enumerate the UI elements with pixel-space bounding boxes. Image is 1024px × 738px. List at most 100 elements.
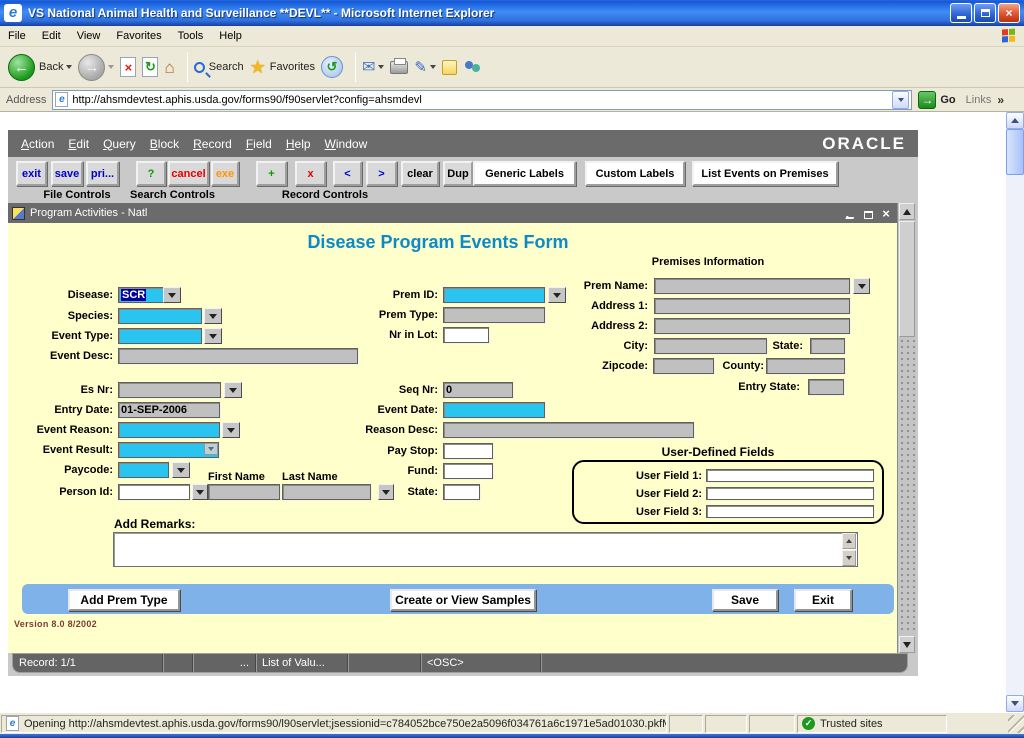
prem-name-field[interactable] <box>654 278 850 294</box>
save-button[interactable]: save <box>51 161 83 186</box>
state-right-field[interactable] <box>810 338 845 354</box>
menu-edit[interactable]: Edit <box>34 30 69 42</box>
state-field[interactable] <box>443 484 480 500</box>
oracle-menu-window[interactable]: Window <box>318 137 375 151</box>
custom-labels-button[interactable]: Custom Labels <box>585 161 685 186</box>
es-nr-field[interactable] <box>118 382 221 398</box>
person-id-field[interactable] <box>118 484 190 500</box>
list-events-on-premises-button[interactable]: List Events on Premises <box>692 161 838 186</box>
remarks-scroll-up-button[interactable] <box>842 533 856 549</box>
refresh-button[interactable]: ↻ <box>142 57 158 77</box>
remarks-scroll-down-button[interactable] <box>842 550 856 566</box>
menu-help[interactable]: Help <box>211 30 250 42</box>
paycode-dropdown-button[interactable] <box>172 462 190 478</box>
event-reason-dropdown-button[interactable] <box>222 422 240 438</box>
fund-field[interactable] <box>443 463 493 479</box>
address-2-field[interactable] <box>654 318 850 334</box>
links-menu[interactable]: Links » <box>966 93 1004 107</box>
delete-record-button[interactable]: x <box>295 161 326 186</box>
event-date-field[interactable] <box>443 402 545 418</box>
oracle-menu-help[interactable]: Help <box>279 137 318 151</box>
user-field-1-input[interactable] <box>706 469 874 482</box>
create-or-view-samples-button[interactable]: Create or View Samples <box>390 589 536 611</box>
applet-scroll-up-button[interactable] <box>899 203 915 220</box>
oracle-menu-edit[interactable]: Edit <box>61 137 96 151</box>
execute-button[interactable]: exe <box>211 161 239 186</box>
query-button[interactable]: ? <box>136 161 166 186</box>
first-name-field[interactable] <box>208 484 280 500</box>
event-result-dropdown-button[interactable] <box>204 443 218 455</box>
menu-file[interactable]: File <box>0 30 34 42</box>
browser-scrollbar-thumb[interactable] <box>1006 129 1024 175</box>
back-button[interactable]: ← Back <box>8 54 72 81</box>
cancel-button[interactable]: cancel <box>168 161 209 186</box>
species-field[interactable] <box>118 308 202 324</box>
menu-view[interactable]: View <box>69 30 109 42</box>
forward-button[interactable]: → <box>78 54 114 81</box>
generic-labels-button[interactable]: Generic Labels <box>473 161 576 186</box>
address-1-field[interactable] <box>654 298 850 314</box>
applet-scrollbar[interactable] <box>897 203 916 653</box>
nr-in-lot-field[interactable] <box>443 327 489 343</box>
paycode-field[interactable] <box>118 462 169 478</box>
es-nr-dropdown-button[interactable] <box>224 382 242 398</box>
county-field[interactable] <box>766 358 845 374</box>
reason-desc-field[interactable] <box>443 422 694 438</box>
favorites-button[interactable]: ★ Favorites <box>250 57 315 78</box>
oracle-menu-field[interactable]: Field <box>239 137 279 151</box>
home-button[interactable]: ⌂ <box>164 59 174 76</box>
disease-field[interactable]: SCR <box>118 287 164 303</box>
exit-button[interactable]: exit <box>16 161 47 186</box>
prem-id-field[interactable] <box>443 287 545 303</box>
person-id-dropdown-button[interactable] <box>192 484 208 500</box>
prem-name-dropdown-button[interactable] <box>853 278 870 294</box>
address-url[interactable]: http://ahsmdevtest.aphis.usda.gov/forms9… <box>72 94 892 106</box>
minimize-button[interactable] <box>950 3 972 23</box>
history-button[interactable]: ↺ <box>321 56 343 78</box>
pay-stop-field[interactable] <box>443 443 493 459</box>
close-button[interactable]: × <box>998 3 1020 23</box>
seq-nr-field[interactable]: 0 <box>443 382 513 398</box>
print-button[interactable] <box>390 61 408 74</box>
next-record-button[interactable]: > <box>366 161 397 186</box>
address-input[interactable]: e http://ahsmdevtest.aphis.usda.gov/form… <box>52 90 912 110</box>
browser-scrollbar[interactable] <box>1006 112 1024 712</box>
oracle-menu-record[interactable]: Record <box>186 137 239 151</box>
menu-favorites[interactable]: Favorites <box>108 30 169 42</box>
applet-scroll-down-button[interactable] <box>899 636 915 653</box>
restore-button[interactable] <box>974 3 996 23</box>
entry-state-field[interactable] <box>808 379 844 395</box>
add-remarks-textarea[interactable] <box>113 532 858 567</box>
applet-scrollbar-track[interactable] <box>899 338 915 634</box>
mdi-restore-button[interactable] <box>861 207 875 219</box>
menu-tools[interactable]: Tools <box>170 30 212 42</box>
mail-button[interactable]: ✉ <box>362 57 384 77</box>
prem-type-field[interactable] <box>443 307 545 323</box>
event-type-field[interactable] <box>118 328 202 344</box>
window-resize-grip[interactable] <box>1008 715 1024 733</box>
user-field-3-input[interactable] <box>706 505 874 518</box>
mdi-close-button[interactable]: × <box>879 207 893 219</box>
previous-record-button[interactable]: < <box>333 161 362 186</box>
discuss-button[interactable] <box>442 60 457 75</box>
add-prem-type-button[interactable]: Add Prem Type <box>68 589 180 611</box>
user-field-2-input[interactable] <box>706 487 874 500</box>
address-dropdown-button[interactable] <box>892 91 909 109</box>
clear-button[interactable]: clear <box>401 161 439 186</box>
exit-form-button[interactable]: Exit <box>794 589 852 611</box>
messenger-button[interactable] <box>463 59 483 75</box>
browser-scroll-up-button[interactable] <box>1006 112 1024 129</box>
edit-button[interactable]: ✎ <box>414 58 436 76</box>
duplicate-button[interactable]: Dup <box>443 161 473 186</box>
event-type-dropdown-button[interactable] <box>204 328 222 344</box>
disease-dropdown-button[interactable] <box>163 287 181 303</box>
event-desc-field[interactable] <box>118 348 358 364</box>
oracle-menu-action[interactable]: Action <box>14 137 61 151</box>
oracle-menu-query[interactable]: Query <box>96 137 143 151</box>
stop-button[interactable]: × <box>120 57 136 77</box>
print-form-button[interactable]: pri... <box>86 161 119 186</box>
back-dropdown-icon[interactable] <box>66 65 72 69</box>
mdi-minimize-button[interactable] <box>843 207 857 219</box>
insert-record-button[interactable]: + <box>256 161 287 186</box>
search-button[interactable]: Search <box>194 61 244 73</box>
